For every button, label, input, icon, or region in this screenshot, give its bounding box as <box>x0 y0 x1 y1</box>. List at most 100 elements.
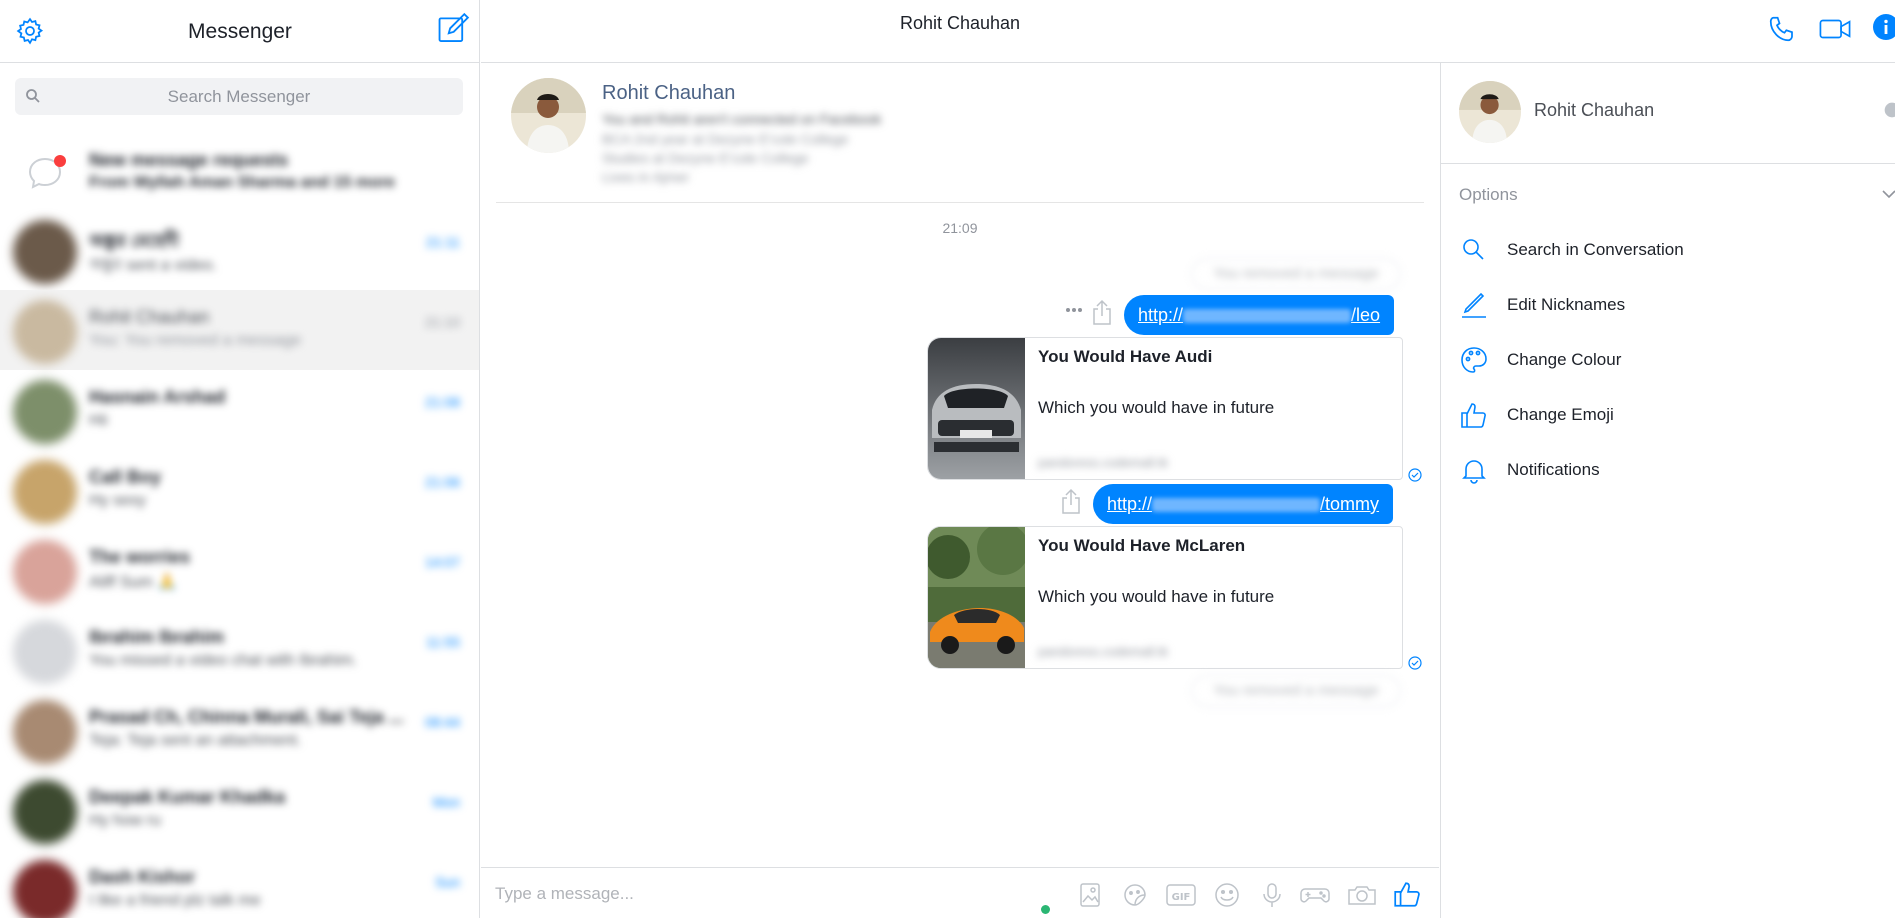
profile-name[interactable]: Rohit Chauhan <box>602 82 735 105</box>
conversation-time: 21:08 <box>424 394 460 410</box>
conversation-name: Prasad Ch, Chinna Murali, Sai Teja ... <box>89 707 404 727</box>
chevron-down-icon[interactable] <box>1881 187 1895 201</box>
conversation-time: 21:11 <box>426 234 460 250</box>
redacted-domain <box>1152 498 1321 513</box>
thumbs-up-icon[interactable] <box>1392 879 1422 909</box>
card-description: Which you would have in future <box>1038 587 1275 606</box>
search-icon <box>1463 239 1484 260</box>
svg-text:GIF: GIF <box>1172 892 1191 903</box>
conversation-item[interactable]: Prasad Ch, Chinna Murali, Sai Teja ... Te… <box>0 690 479 770</box>
share-icon[interactable] <box>1090 298 1114 326</box>
conversation-item[interactable]: Ibrahim Ibrahim You missed a video chat w… <box>0 610 479 690</box>
phone-icon[interactable] <box>1767 14 1797 44</box>
profile-studies: Studies at Dezyne E'cole College <box>602 150 809 166</box>
removed-message: You removed a message <box>1191 258 1401 290</box>
profile-education: BCA 2nd year at Dezyne E'cole College <box>602 131 849 147</box>
conversation-item[interactable]: অঙ্কুর মেহেদী অঙ্কুর sent a video. 21:11 <box>0 210 479 290</box>
sidebar-title: Messenger <box>188 20 292 43</box>
gif-icon[interactable]: GIF <box>1165 881 1197 909</box>
conversation-item[interactable]: Call Boy Hy sexy 21:06 <box>0 450 479 530</box>
link-message-bubble[interactable]: http:///leo <box>1124 295 1395 335</box>
seen-check-icon <box>1408 656 1422 670</box>
avatar <box>13 540 77 604</box>
search-input[interactable] <box>15 78 463 115</box>
more-options-icon[interactable] <box>1065 307 1083 313</box>
avatar <box>13 460 77 524</box>
card-domain: pandoress.codemall.tk <box>1038 455 1169 470</box>
conversation-snippet: Aliff Sum 🙏 <box>89 574 178 591</box>
message-input[interactable] <box>495 882 895 906</box>
conversation-item[interactable]: Dash Kishor I like a friend plz talk me Su… <box>0 850 479 918</box>
conversation-name: Rohit Chauhan <box>89 307 210 327</box>
card-title: You Would Have McLaren <box>1038 536 1246 555</box>
conversation-snippet: Teja: Teja sent an attachment. <box>89 732 302 749</box>
profile-avatar[interactable] <box>511 78 586 153</box>
conversation-item[interactable]: Rohit Chauhan You: You removed a message 2… <box>0 290 479 370</box>
sticker-icon[interactable] <box>1121 881 1149 909</box>
conversation-snippet: I like a friend plz talk me <box>89 892 261 909</box>
conversation-snippet: Hy sexy <box>89 492 146 509</box>
option-label: Notifications <box>1507 460 1600 479</box>
link-message-bubble[interactable]: http:///tommy <box>1093 484 1394 524</box>
conversation-time: Sun <box>435 874 460 890</box>
conversation-snippet: You: You removed a message <box>89 332 302 349</box>
card-description: Which you would have in future <box>1038 398 1275 417</box>
video-call-icon[interactable] <box>1818 14 1852 44</box>
microphone-icon[interactable] <box>1258 881 1286 909</box>
conversation-time: 11:55 <box>426 634 460 650</box>
avatar <box>13 860 77 918</box>
message-requests-icon <box>28 155 66 189</box>
avatar <box>13 300 77 364</box>
gear-icon[interactable] <box>1881 99 1895 121</box>
avatar <box>13 700 77 764</box>
camera-icon[interactable] <box>1346 881 1378 909</box>
share-icon[interactable] <box>1059 487 1083 515</box>
message-composer: GIF <box>481 867 1439 918</box>
message-requests-item[interactable]: New message requests From Wyllah Aman Sh… <box>0 130 479 210</box>
conversation-name: Dash Kishor <box>89 867 196 887</box>
game-icon[interactable] <box>1299 881 1331 909</box>
conversation-name: Deepak Kumar Khadka <box>89 787 286 807</box>
redacted-domain <box>1183 309 1352 324</box>
emoji-icon[interactable] <box>1213 881 1241 909</box>
conversation-name: Ibrahim Ibrahim <box>89 627 225 647</box>
option-change-emoji[interactable]: Change Emoji <box>1441 394 1895 438</box>
link-preview-card[interactable]: You Would Have McLaren Which you would h… <box>927 526 1403 669</box>
info-icon[interactable] <box>1873 14 1895 40</box>
removed-message: You removed a message <box>1191 675 1401 707</box>
audi-car-image <box>928 338 1025 479</box>
option-change-colour[interactable]: Change Colour <box>1441 339 1895 383</box>
info-avatar[interactable] <box>1459 81 1521 143</box>
option-search-in-conversation[interactable]: Search in Conversation <box>1441 229 1895 273</box>
sidebar-header: Messenger <box>0 0 479 63</box>
person-avatar-icon <box>511 78 586 153</box>
conversation-name: Call Boy <box>89 467 162 487</box>
pencil-icon <box>1462 292 1486 318</box>
conversation-item[interactable]: Hasnain Arshad Hii 21:08 <box>0 370 479 450</box>
bell-icon <box>1462 460 1486 484</box>
chat-area: Rohit Chauhan You and Rohit aren't conne… <box>481 0 1439 918</box>
photo-icon[interactable] <box>1076 881 1104 909</box>
option-label: Change Emoji <box>1507 405 1614 424</box>
option-notifications[interactable]: Notifications <box>1441 449 1895 493</box>
card-title: You Would Have Audi <box>1038 347 1213 366</box>
info-panel-header: Rohit Chauhan <box>1441 63 1895 164</box>
option-label: Change Colour <box>1507 350 1622 369</box>
link-preview-card[interactable]: You Would Have Audi Which you would have… <box>927 337 1403 480</box>
conversation-snippet: অঙ্কুর sent a video. <box>89 257 217 274</box>
conversation-snippet: You missed a video chat with Ibrahim. <box>89 652 357 669</box>
conversation-time: Mon <box>432 794 460 810</box>
option-edit-nicknames[interactable]: Edit Nicknames <box>1441 284 1895 328</box>
search-bar <box>15 78 463 115</box>
conversation-snippet: Hii <box>89 412 108 429</box>
compose-icon[interactable] <box>436 12 470 46</box>
active-status-dot <box>1041 905 1050 914</box>
thumbs-up-icon <box>1461 403 1486 428</box>
avatar <box>13 380 77 444</box>
conversation-info-panel: Rohit Chauhan Options Search in Conversa… <box>1440 63 1895 918</box>
message-timestamp: 21:09 <box>942 220 978 236</box>
palette-icon <box>1461 347 1487 373</box>
conversation-item[interactable]: The worries Aliff Sum 🙏 14:07 <box>0 530 479 610</box>
conversation-item[interactable]: Deepak Kumar Khadka Hy how ru Mon <box>0 770 479 850</box>
conversation-snippet: Hy how ru <box>89 812 162 829</box>
